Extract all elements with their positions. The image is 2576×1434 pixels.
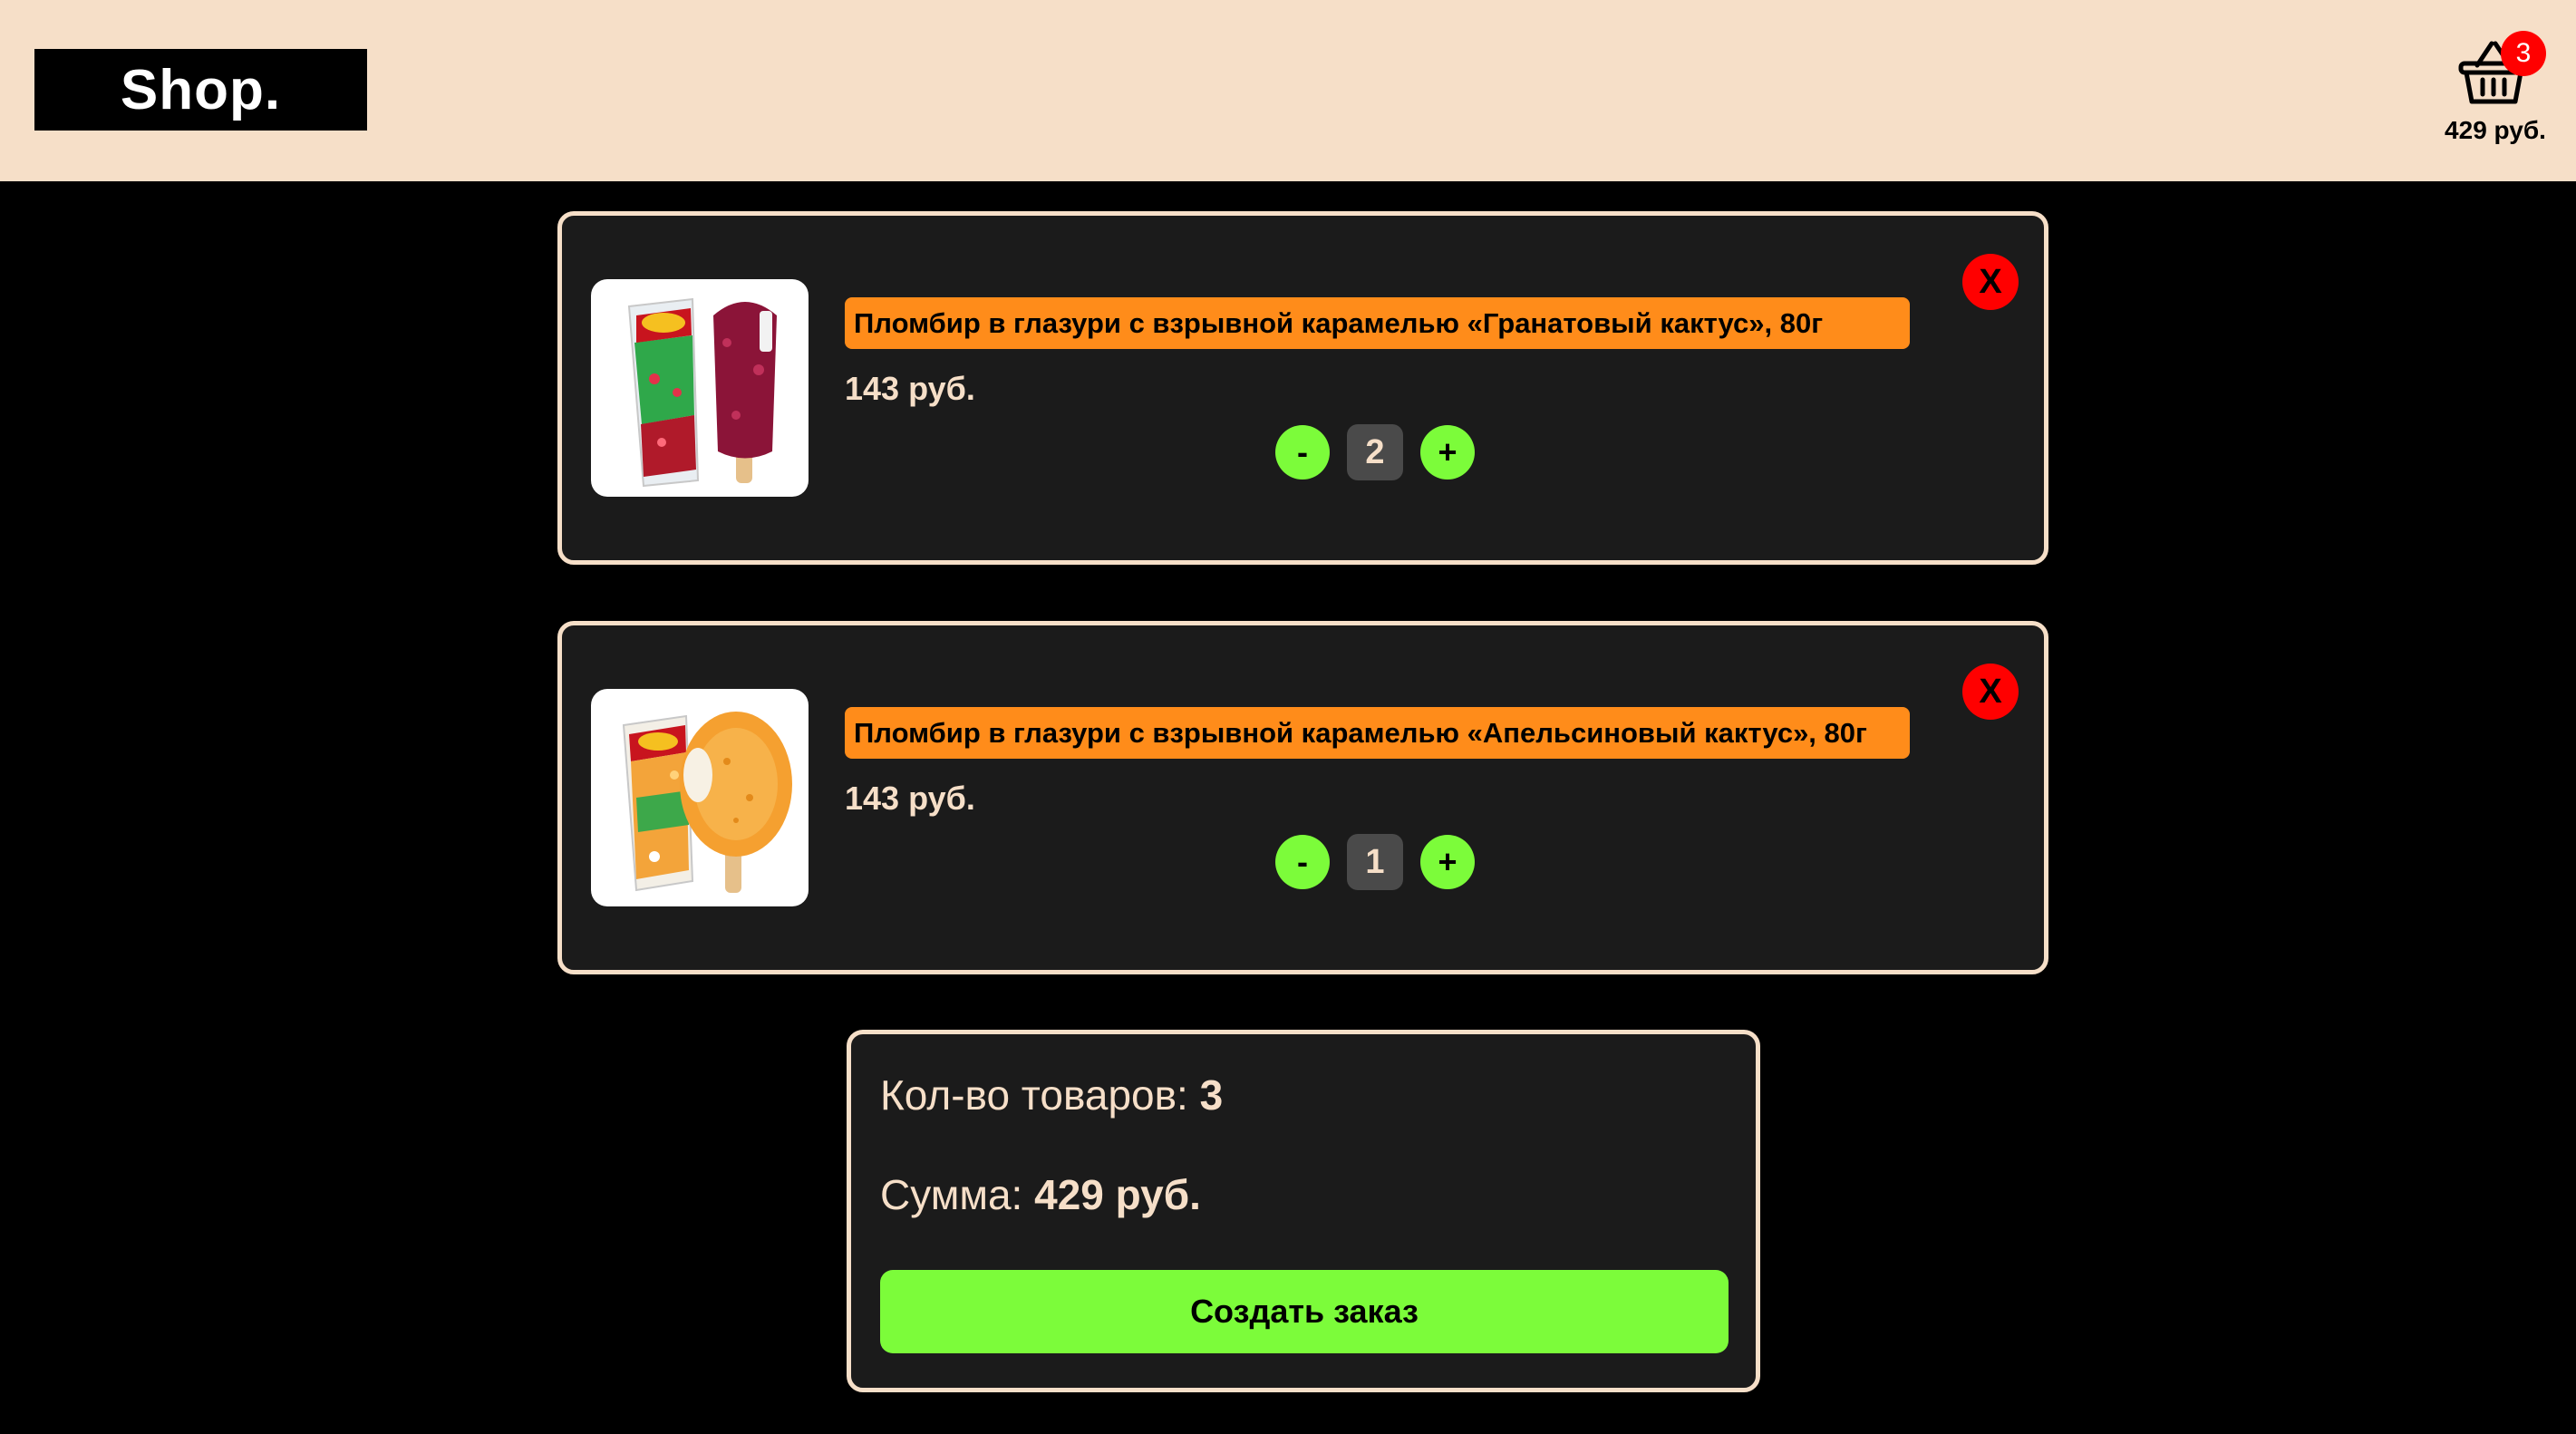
items-count-label: Кол-во товаров: (880, 1071, 1200, 1119)
item-title[interactable]: Пломбир в глазури с взрывной карамелью «… (845, 297, 1910, 349)
item-title[interactable]: Пломбир в глазури с взрывной карамелью «… (845, 707, 1910, 759)
header: Shop. 3 429 руб. (0, 0, 2576, 181)
items-count-line: Кол-во товаров: 3 (880, 1071, 1223, 1119)
cart-widget[interactable]: 3 429 руб. (2436, 31, 2554, 145)
decrease-quantity-button[interactable]: - (1275, 425, 1330, 480)
total-sum-line: Сумма: 429 руб. (880, 1170, 1201, 1219)
ice-cream-orange-image (591, 689, 809, 906)
ice-cream-pomegranate-image (591, 279, 809, 497)
cart-item: Пломбир в глазури с взрывной карамелью «… (557, 621, 2048, 974)
increase-quantity-button[interactable]: + (1420, 835, 1475, 889)
quantity-value: 2 (1347, 424, 1403, 480)
cart-count-badge: 3 (2501, 31, 2546, 76)
quantity-value: 1 (1347, 834, 1403, 890)
quantity-stepper: - 2 + (1275, 424, 1475, 480)
shop-logo[interactable]: Shop. (34, 49, 367, 131)
remove-item-button[interactable]: X (1962, 254, 2019, 310)
total-sum-value: 429 руб. (1034, 1171, 1201, 1218)
item-price: 143 руб. (845, 780, 975, 817)
increase-quantity-button[interactable]: + (1420, 425, 1475, 480)
items-count-value: 3 (1199, 1071, 1224, 1119)
remove-item-button[interactable]: X (1962, 664, 2019, 720)
order-summary: Кол-во товаров: 3 Сумма: 429 руб. Создат… (847, 1030, 1760, 1392)
create-order-button[interactable]: Создать заказ (880, 1270, 1729, 1353)
total-sum-label: Сумма: (880, 1171, 1035, 1218)
item-price: 143 руб. (845, 370, 975, 407)
cart-icon-wrap[interactable]: 3 (2457, 31, 2546, 112)
cart-item: Пломбир в глазури с взрывной карамелью «… (557, 211, 2048, 565)
quantity-stepper: - 1 + (1275, 834, 1475, 890)
cart-total: 429 руб. (2445, 116, 2546, 144)
decrease-quantity-button[interactable]: - (1275, 835, 1330, 889)
